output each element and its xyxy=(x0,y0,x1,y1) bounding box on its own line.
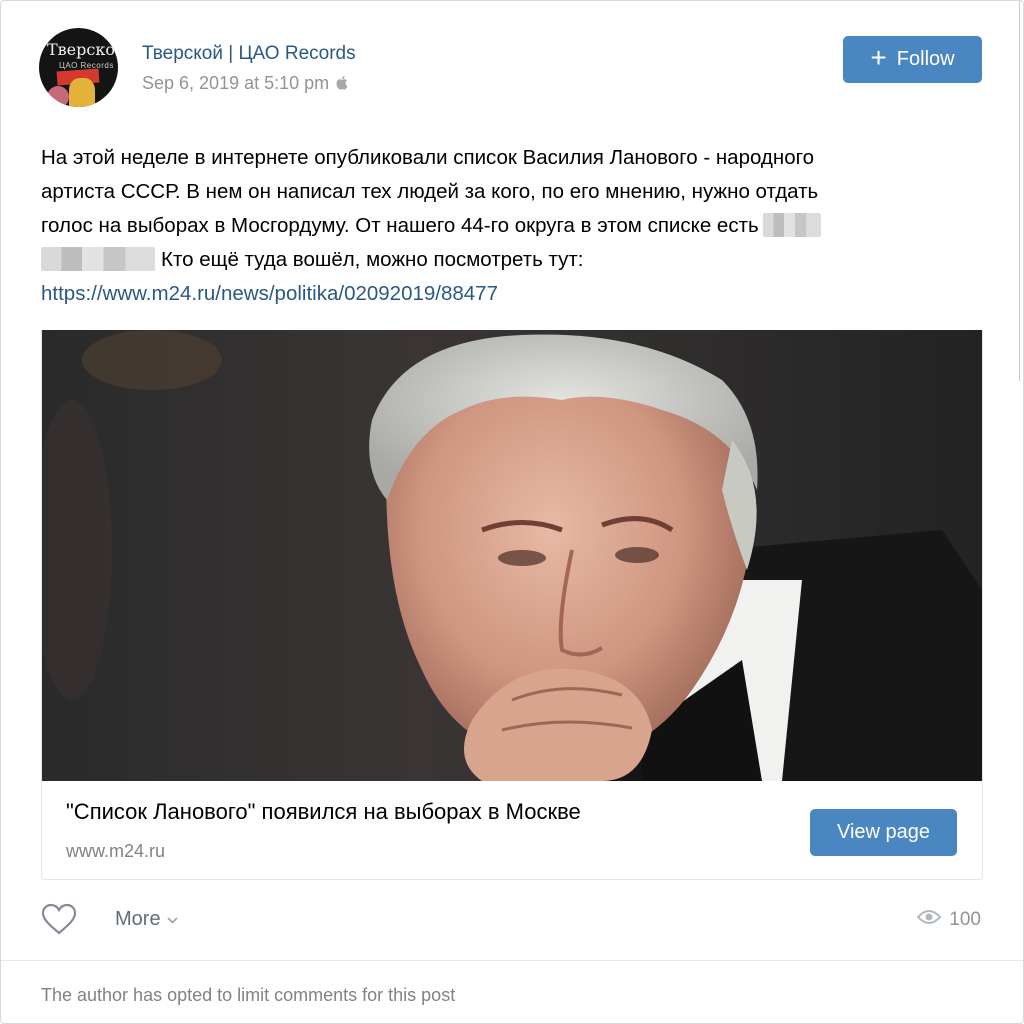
post-text: На этой неделе в интернете опубликовали … xyxy=(41,141,981,311)
post-date[interactable]: Sep 6, 2019 at 5:10 pm xyxy=(142,73,349,94)
follow-button[interactable]: + Follow xyxy=(843,36,982,83)
post-card: Тверской ЦАО Records Тверской | ЦАО Reco… xyxy=(0,0,1024,1024)
views-counter: 100 xyxy=(916,909,981,931)
redacted-block xyxy=(762,213,821,237)
avatar-text-1: Тверской xyxy=(47,40,118,59)
avatar-graphic xyxy=(69,78,95,107)
post-link[interactable]: https://www.m24.ru/news/politika/0209201… xyxy=(41,282,498,305)
views-count: 100 xyxy=(949,909,981,930)
scrollbar-edge xyxy=(1019,1,1020,381)
heart-icon[interactable] xyxy=(41,903,77,935)
view-page-button[interactable]: View page xyxy=(810,809,957,856)
comments-disabled-note: The author has opted to limit comments f… xyxy=(41,985,456,1005)
post-link-line: https://www.m24.ru/news/politika/0209201… xyxy=(41,277,981,311)
post-text-line-content: голос на выборах в Мосгордуму. От нашего… xyxy=(41,214,759,237)
eye-icon xyxy=(916,909,942,931)
chevron-down-icon xyxy=(167,912,178,927)
plus-icon: + xyxy=(870,42,887,73)
author-name[interactable]: Тверской | ЦАО Records xyxy=(142,43,356,65)
preview-title[interactable]: "Список Ланового" появился на выборах в … xyxy=(66,799,581,825)
portrait-illustration xyxy=(42,330,982,781)
post-text-line-content: артиста СССР. В нем он написал тех людей… xyxy=(41,180,819,203)
more-dropdown[interactable]: More xyxy=(115,908,178,931)
post-text-line: Кто ещё туда вошёл, можно посмотреть тут… xyxy=(41,243,981,277)
post-text-line-content: Кто ещё туда вошёл, можно посмотреть тут… xyxy=(161,248,584,271)
divider xyxy=(1,960,1023,961)
preview-image[interactable] xyxy=(42,330,982,781)
preview-domain: www.m24.ru xyxy=(66,841,166,861)
post-text-line: артиста СССР. В нем он написал тех людей… xyxy=(41,175,981,209)
avatar-graphic xyxy=(47,86,69,107)
redacted-block xyxy=(41,247,155,271)
follow-label: Follow xyxy=(896,48,955,70)
more-label: More xyxy=(115,908,161,930)
post-date-text: Sep 6, 2019 at 5:10 pm xyxy=(142,73,330,93)
apple-icon xyxy=(336,75,349,92)
avatar[interactable]: Тверской ЦАО Records xyxy=(39,28,118,107)
post-text-line: голос на выборах в Мосгордуму. От нашего… xyxy=(41,209,981,243)
link-preview-card[interactable]: "Список Ланового" появился на выборах в … xyxy=(41,330,983,880)
post-actions: More 100 xyxy=(41,899,981,943)
post-text-line: На этой неделе в интернете опубликовали … xyxy=(41,146,815,169)
